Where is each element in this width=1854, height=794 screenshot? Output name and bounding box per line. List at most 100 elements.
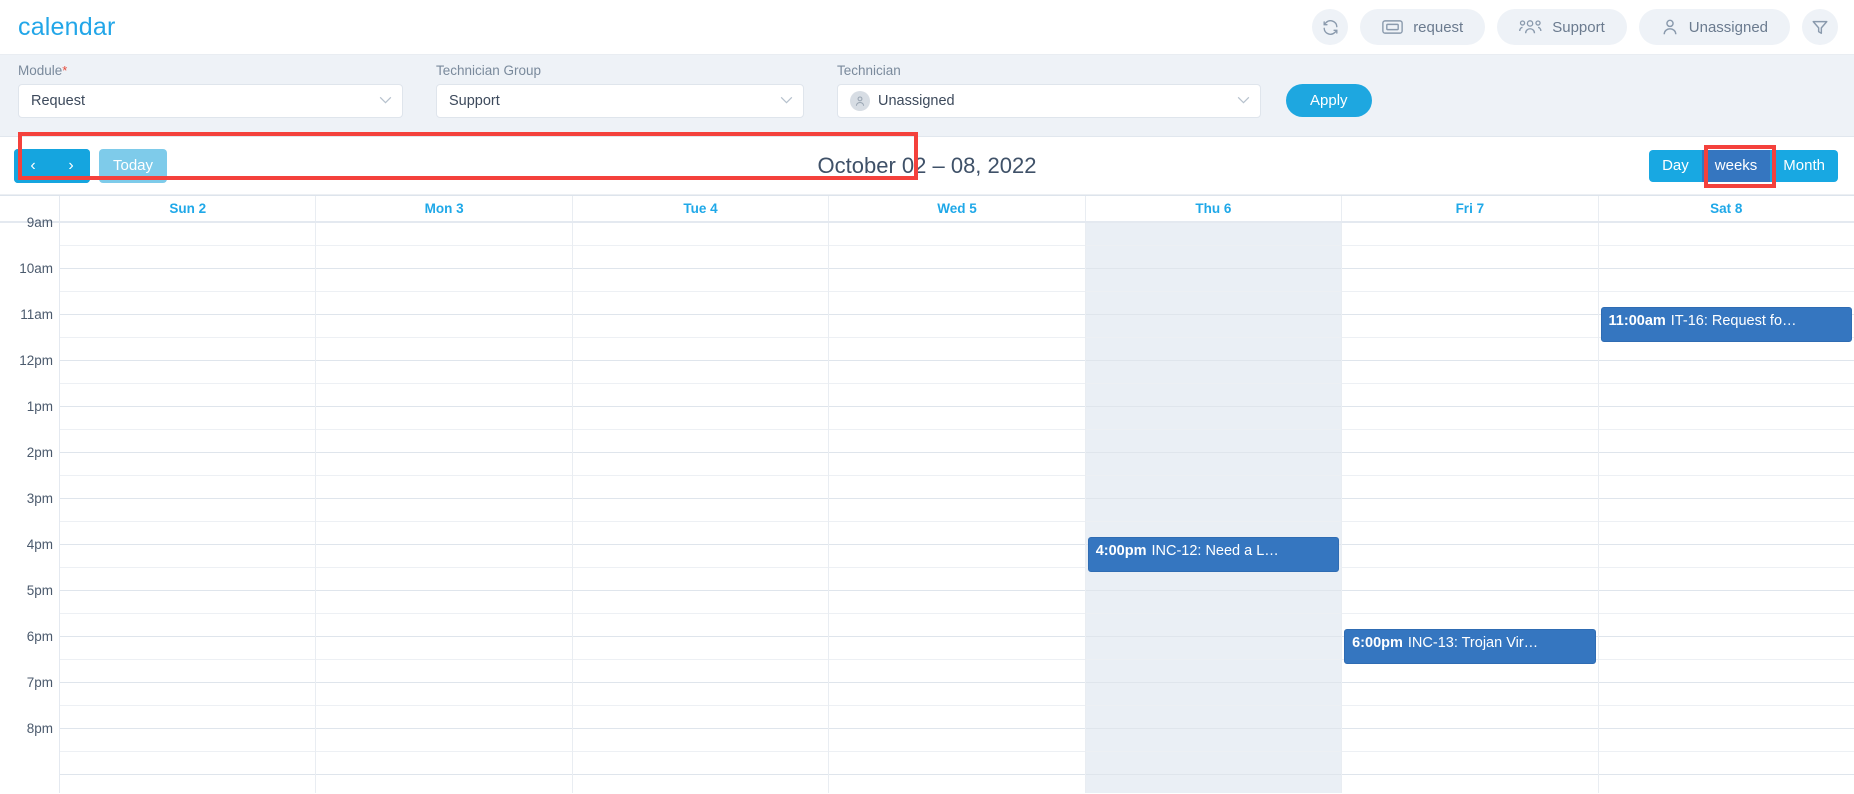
time-slot[interactable] xyxy=(60,545,316,568)
today-button[interactable]: Today xyxy=(99,148,168,183)
time-slot[interactable] xyxy=(316,683,572,706)
time-slot[interactable] xyxy=(829,292,1085,315)
time-slot[interactable] xyxy=(829,752,1085,775)
time-slot[interactable] xyxy=(1342,269,1598,292)
time-slot[interactable] xyxy=(316,637,572,660)
time-slot[interactable] xyxy=(1598,223,1854,246)
day-column[interactable]: 11:00am IT-16: Request fo… xyxy=(1598,223,1854,793)
time-slot[interactable] xyxy=(572,246,829,269)
time-slot[interactable] xyxy=(316,476,572,499)
time-slot[interactable] xyxy=(572,614,829,637)
time-slot[interactable] xyxy=(1085,660,1342,683)
time-slot[interactable] xyxy=(60,476,316,499)
view-button-weeks[interactable]: weeks xyxy=(1701,149,1771,182)
technician-pill-unassigned[interactable]: Unassigned xyxy=(1638,9,1790,45)
technician-group-select[interactable]: Support xyxy=(436,84,804,118)
time-slot[interactable] xyxy=(316,269,572,292)
time-slot[interactable] xyxy=(829,407,1085,430)
time-slot[interactable] xyxy=(1342,683,1598,706)
time-slot[interactable] xyxy=(829,729,1085,752)
time-slot[interactable] xyxy=(829,361,1085,384)
time-slot[interactable] xyxy=(1085,315,1342,338)
time-slot[interactable] xyxy=(1085,476,1342,499)
apply-button[interactable]: Apply xyxy=(1286,84,1372,117)
time-slot[interactable] xyxy=(1342,453,1598,476)
time-slot[interactable] xyxy=(829,476,1085,499)
time-slot[interactable] xyxy=(316,384,572,407)
refresh-button[interactable] xyxy=(1312,9,1349,45)
time-slot[interactable] xyxy=(1085,223,1342,246)
time-slot[interactable] xyxy=(1342,384,1598,407)
time-slot[interactable] xyxy=(829,660,1085,683)
time-slot[interactable] xyxy=(1085,637,1342,660)
time-slot[interactable] xyxy=(316,568,572,591)
time-slot[interactable] xyxy=(1085,752,1342,775)
time-slot[interactable] xyxy=(1598,637,1854,660)
time-slot[interactable] xyxy=(572,499,829,522)
time-slot[interactable] xyxy=(316,315,572,338)
day-header-tue[interactable]: Tue 4 xyxy=(573,196,830,221)
view-button-day[interactable]: Day xyxy=(1649,149,1702,182)
time-slot[interactable] xyxy=(572,752,829,775)
time-slot[interactable] xyxy=(60,223,316,246)
time-slot[interactable] xyxy=(1598,729,1854,752)
time-slot[interactable] xyxy=(60,775,315,793)
time-slot[interactable] xyxy=(60,752,316,775)
time-slot[interactable] xyxy=(316,706,572,729)
time-slot[interactable] xyxy=(572,522,829,545)
technician-select[interactable]: Unassigned xyxy=(837,84,1261,118)
time-slot[interactable] xyxy=(829,775,1084,793)
time-slot[interactable] xyxy=(1342,499,1598,522)
time-slot[interactable] xyxy=(60,292,316,315)
time-slot[interactable] xyxy=(1085,246,1342,269)
calendar-event[interactable]: 6:00pm INC-13: Trojan Vir… xyxy=(1344,629,1596,664)
time-slot[interactable] xyxy=(829,706,1085,729)
time-slot[interactable] xyxy=(1342,545,1598,568)
calendar-event[interactable]: 11:00am IT-16: Request fo… xyxy=(1600,307,1852,342)
time-slot[interactable] xyxy=(316,729,572,752)
time-slot[interactable] xyxy=(1085,361,1342,384)
day-column[interactable]: 6:00pm INC-13: Trojan Vir… xyxy=(1342,223,1599,793)
time-slot[interactable] xyxy=(829,522,1085,545)
group-pill-support[interactable]: Support xyxy=(1497,9,1627,45)
time-slot[interactable] xyxy=(60,315,316,338)
time-slot[interactable] xyxy=(60,683,316,706)
time-slot[interactable] xyxy=(1598,246,1854,269)
day-column[interactable] xyxy=(829,223,1086,793)
next-button[interactable]: › xyxy=(52,148,90,183)
prev-button[interactable]: ‹ xyxy=(14,148,52,183)
time-slot[interactable] xyxy=(316,453,572,476)
time-slot[interactable] xyxy=(60,430,316,453)
time-slot[interactable] xyxy=(1085,292,1342,315)
filter-button[interactable] xyxy=(1802,9,1838,45)
time-slot[interactable] xyxy=(829,384,1085,407)
time-slot[interactable] xyxy=(316,338,572,361)
time-slot[interactable] xyxy=(1342,591,1598,614)
time-slot[interactable] xyxy=(572,453,829,476)
time-slot[interactable] xyxy=(829,683,1085,706)
time-slot[interactable] xyxy=(1598,453,1854,476)
time-slot[interactable] xyxy=(829,223,1085,246)
day-column[interactable]: 4:00pm INC-12: Need a L… xyxy=(1085,223,1343,793)
time-slot[interactable] xyxy=(1598,614,1854,637)
time-slot[interactable] xyxy=(829,568,1085,591)
time-slot[interactable] xyxy=(572,545,829,568)
time-slot[interactable] xyxy=(1086,775,1341,793)
time-slot[interactable] xyxy=(1085,338,1342,361)
time-slot[interactable] xyxy=(316,246,572,269)
time-slot[interactable] xyxy=(1342,338,1598,361)
time-slot[interactable] xyxy=(1342,223,1598,246)
module-pill-request[interactable]: request xyxy=(1360,9,1486,45)
time-slot[interactable] xyxy=(60,361,316,384)
time-slot[interactable] xyxy=(829,499,1085,522)
time-slot[interactable] xyxy=(1085,384,1342,407)
time-slot[interactable] xyxy=(829,453,1085,476)
time-slot[interactable] xyxy=(60,499,316,522)
time-slot[interactable] xyxy=(1598,752,1854,775)
time-slot[interactable] xyxy=(1342,729,1598,752)
time-slot[interactable] xyxy=(1085,729,1342,752)
time-slot[interactable] xyxy=(316,775,571,793)
time-slot[interactable] xyxy=(1598,706,1854,729)
time-slot[interactable] xyxy=(572,568,829,591)
time-slot[interactable] xyxy=(316,660,572,683)
